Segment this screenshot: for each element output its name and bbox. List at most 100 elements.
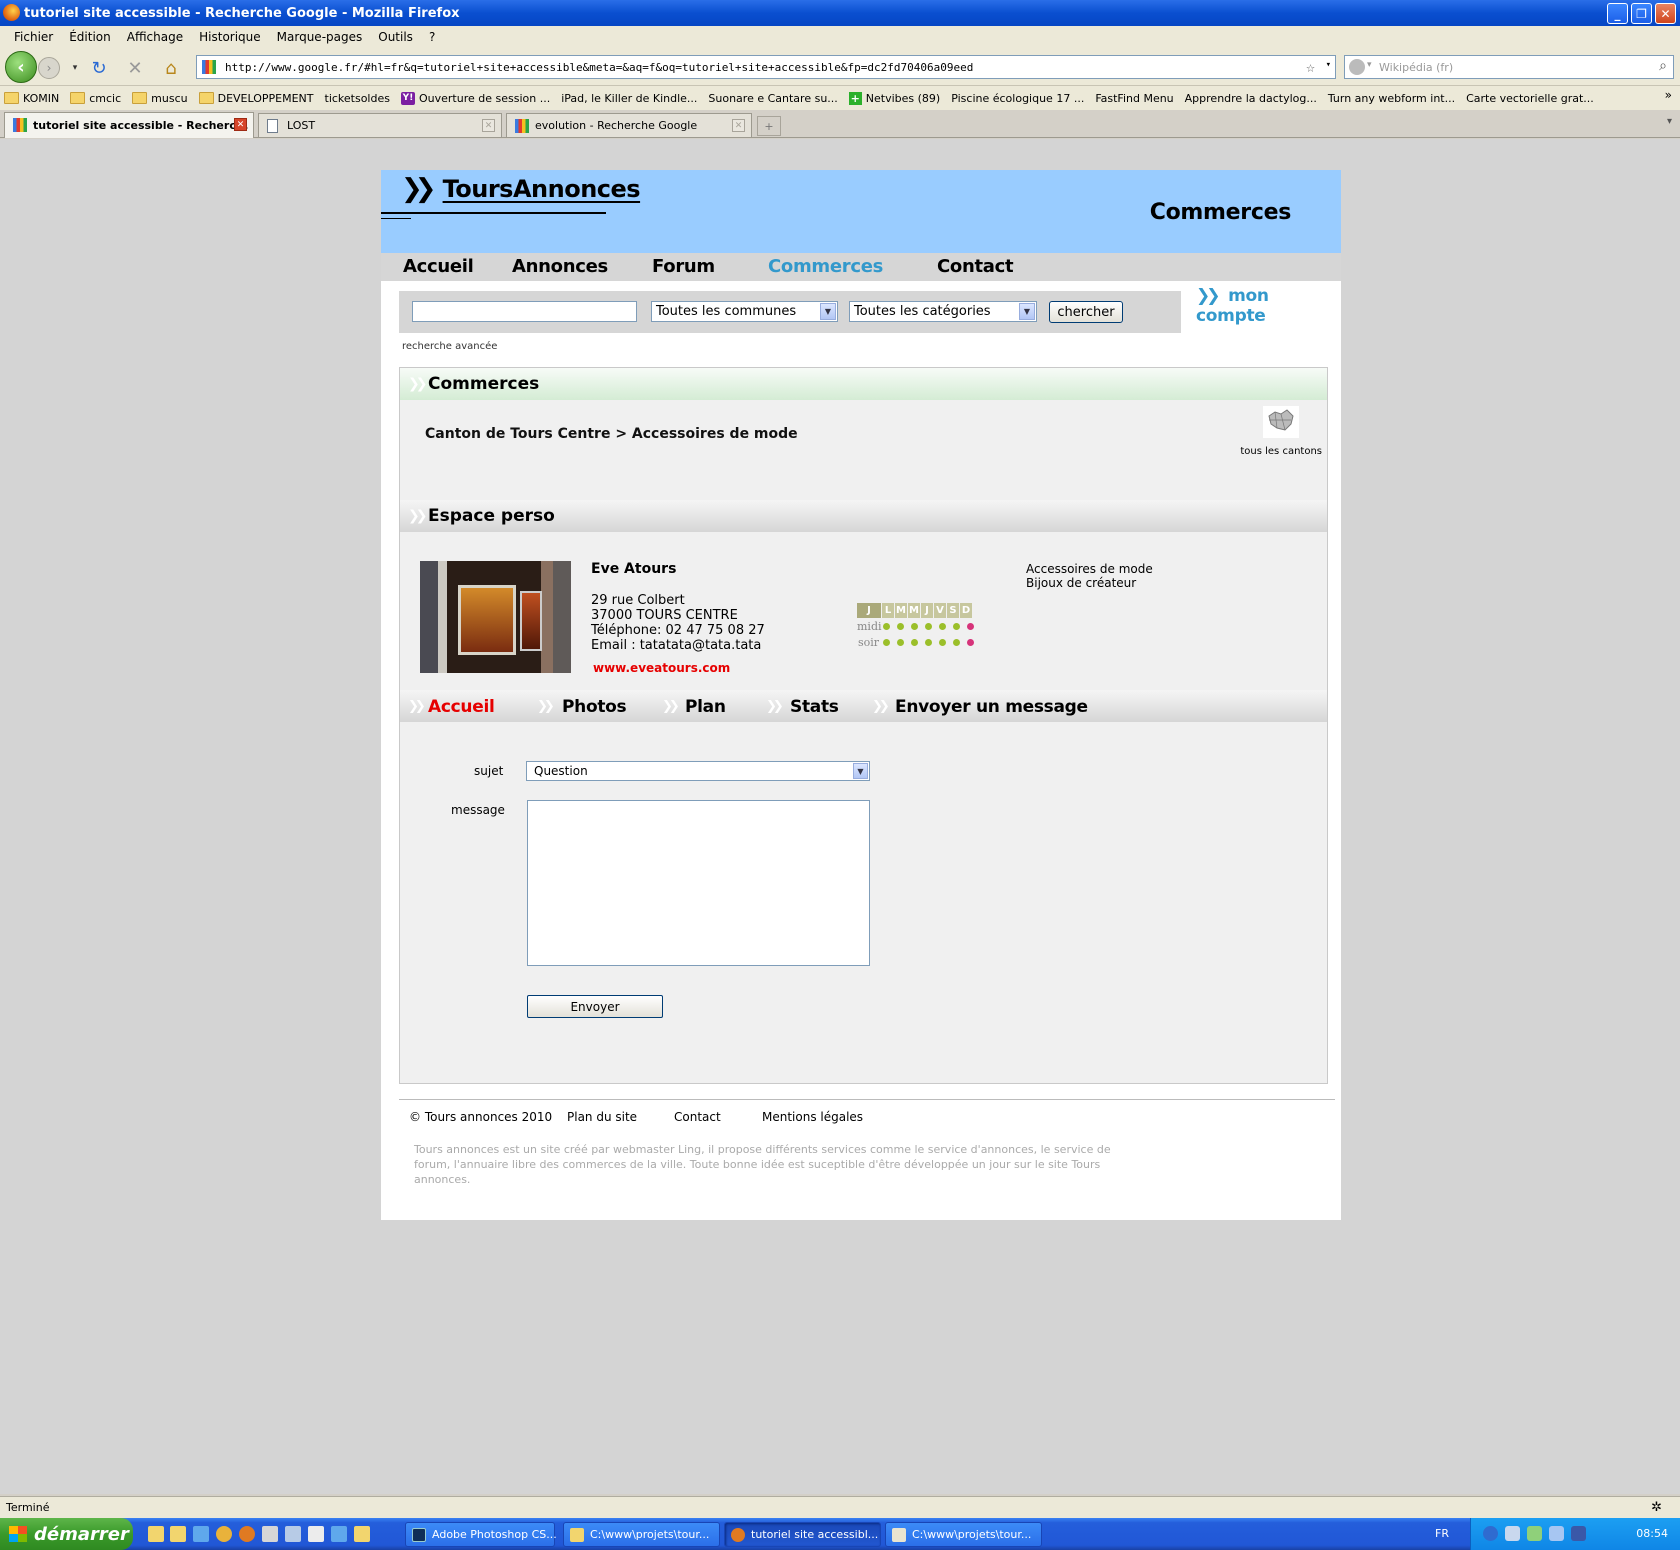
menu-affichage[interactable]: Affichage <box>119 30 191 44</box>
bookmark-item[interactable]: FastFind Menu <box>1095 92 1173 105</box>
engine-dropdown-icon[interactable]: ▾ <box>1367 60 1372 70</box>
task-photoshop[interactable]: Adobe Photoshop CS... <box>405 1522 557 1547</box>
folder-icon[interactable] <box>354 1526 370 1542</box>
footer-link-contact[interactable]: Contact <box>674 1110 721 1124</box>
folder-icon[interactable] <box>170 1526 186 1542</box>
tab-lost[interactable]: LOST ✕ <box>258 113 502 137</box>
bookmark-item[interactable]: Suonare e Cantare su... <box>708 92 837 105</box>
footer-link-legal[interactable]: Mentions légales <box>762 1110 863 1124</box>
task-explorer[interactable]: C:\www\projets\tour... <box>563 1522 720 1547</box>
shop-photo[interactable] <box>420 561 571 673</box>
nav-annonces[interactable]: Annonces <box>512 256 608 277</box>
calendar-icon[interactable] <box>308 1526 324 1542</box>
category-select[interactable]: Toutes les catégories ▼ <box>849 301 1037 322</box>
shop-tab-plan[interactable]: Plan <box>685 697 726 717</box>
nav-accueil[interactable]: Accueil <box>403 256 474 277</box>
back-button[interactable]: ‹ <box>5 51 37 83</box>
menu-fichier[interactable]: Fichier <box>6 30 61 44</box>
footer-link-sitemap[interactable]: Plan du site <box>567 1110 637 1124</box>
send-button[interactable]: Envoyer <box>527 995 663 1018</box>
shop-website-link[interactable]: www.eveatours.com <box>593 661 730 675</box>
shop-tab-accueil[interactable]: Accueil <box>428 697 495 717</box>
url-bar[interactable]: http://www.google.fr/#hl=fr&q=tutoriel+s… <box>196 55 1336 79</box>
close-window-button[interactable]: ✕ <box>1655 3 1676 24</box>
network-icon[interactable] <box>285 1526 301 1542</box>
nav-forum[interactable]: Forum <box>652 256 715 277</box>
ie-icon[interactable] <box>331 1526 347 1542</box>
nav-contact[interactable]: Contact <box>937 256 1014 277</box>
wikipedia-engine-icon[interactable] <box>1349 59 1365 75</box>
canton-map-icon[interactable] <box>1263 406 1299 438</box>
bookmark-item[interactable]: DEVELOPPEMENT <box>198 92 314 105</box>
close-tab-icon[interactable]: ✕ <box>234 118 247 131</box>
menu-marque-pages[interactable]: Marque-pages <box>269 30 371 44</box>
open-dot <box>953 639 960 646</box>
tray-volume-icon[interactable] <box>1549 1526 1564 1541</box>
tray-network-icon[interactable] <box>1505 1526 1520 1541</box>
menu-edition[interactable]: Édition <box>61 30 119 44</box>
search-box[interactable]: ▾ Wikipédia (fr) ⌕ <box>1344 55 1674 79</box>
shop-tab-message[interactable]: Envoyer un message <box>895 697 1088 717</box>
tab-list-icon[interactable]: ▾ <box>1667 116 1672 127</box>
bookmark-star-icon[interactable]: ☆ <box>1306 58 1315 76</box>
subject-select[interactable]: Question ▼ <box>526 761 870 781</box>
bookmark-item[interactable]: + Netvibes (89) <box>848 91 940 105</box>
my-account-link[interactable]: ❯❯ mon compte <box>1196 286 1341 326</box>
days-header: J L M M J V S D <box>857 603 981 618</box>
tray-app-icon[interactable] <box>1527 1526 1542 1541</box>
chrome-icon[interactable] <box>216 1526 232 1542</box>
ie-icon[interactable] <box>193 1526 209 1542</box>
folder-icon[interactable] <box>148 1526 164 1542</box>
tab-google-search[interactable]: tutoriel site accessible - Recherc... ✕ <box>4 112 254 138</box>
bookmark-item[interactable]: KOMIN <box>4 92 59 105</box>
minimize-button[interactable]: _ <box>1607 3 1628 24</box>
commune-select[interactable]: Toutes les communes ▼ <box>651 301 838 322</box>
firefox-icon[interactable] <box>239 1526 255 1542</box>
history-dropdown-icon[interactable]: ▾ <box>64 57 86 79</box>
home-icon[interactable]: ⌂ <box>160 57 182 79</box>
task-editor[interactable]: C:\www\projets\tour... <box>885 1522 1042 1547</box>
nav-commerces[interactable]: Commerces <box>768 256 883 277</box>
stop-icon[interactable]: ✕ <box>124 57 146 79</box>
row-label: midi <box>857 620 882 633</box>
reload-icon[interactable]: ↻ <box>88 57 110 79</box>
task-firefox[interactable]: tutoriel site accessibl... <box>724 1522 881 1547</box>
close-tab-icon[interactable]: ✕ <box>482 119 495 132</box>
open-dot <box>925 639 932 646</box>
menu-historique[interactable]: Historique <box>191 30 269 44</box>
site-logo[interactable]: ❯❯ ToursAnnonces <box>401 174 641 204</box>
tray-back-icon[interactable] <box>1483 1526 1498 1541</box>
keyword-search-input[interactable] <box>412 301 637 322</box>
menu-outils[interactable]: Outils <box>370 30 421 44</box>
bookmark-item[interactable]: muscu <box>132 92 188 105</box>
bookmark-item[interactable]: Carte vectorielle grat... <box>1466 92 1594 105</box>
shop-tab-stats[interactable]: Stats <box>790 697 839 717</box>
bookmark-item[interactable]: iPad, le Killer de Kindle... <box>561 92 697 105</box>
start-button[interactable]: démarrer <box>0 1518 133 1550</box>
url-dropdown-icon[interactable]: ▾ <box>1326 60 1331 70</box>
language-indicator[interactable]: FR <box>1435 1527 1449 1540</box>
bookmark-item[interactable]: ticketsoldes <box>325 92 390 105</box>
search-button[interactable]: chercher <box>1049 301 1123 323</box>
shop-tab-photos[interactable]: Photos <box>562 697 627 717</box>
message-textarea[interactable] <box>527 800 870 966</box>
bookmark-item[interactable]: Piscine écologique 17 ... <box>951 92 1084 105</box>
bookmark-item[interactable]: Y! Ouverture de session ... <box>400 91 550 105</box>
new-tab-button[interactable]: + <box>757 116 781 136</box>
double-chevron-icon: ❯❯ <box>872 699 890 714</box>
maximize-button[interactable]: ❐ <box>1631 3 1652 24</box>
advanced-search-link[interactable]: recherche avancée <box>402 341 497 352</box>
tab-evolution[interactable]: evolution - Recherche Google ✕ <box>506 113 752 137</box>
status-addon-icon[interactable]: ✲ <box>1651 1500 1662 1515</box>
bookmarks-overflow-icon[interactable]: » <box>1665 88 1672 102</box>
all-cantons-link[interactable]: tous les cantons <box>1240 446 1322 457</box>
bookmark-item[interactable]: Apprendre la dactylog... <box>1185 92 1317 105</box>
user-icon[interactable] <box>262 1526 278 1542</box>
search-icon[interactable]: ⌕ <box>1659 58 1667 74</box>
bookmark-item[interactable]: Turn any webform int... <box>1328 92 1455 105</box>
close-tab-icon[interactable]: ✕ <box>732 119 745 132</box>
forward-button[interactable]: › <box>38 57 60 79</box>
tray-security-icon[interactable] <box>1571 1526 1586 1541</box>
bookmark-item[interactable]: cmcic <box>70 92 121 105</box>
menu-help[interactable]: ? <box>421 30 443 44</box>
